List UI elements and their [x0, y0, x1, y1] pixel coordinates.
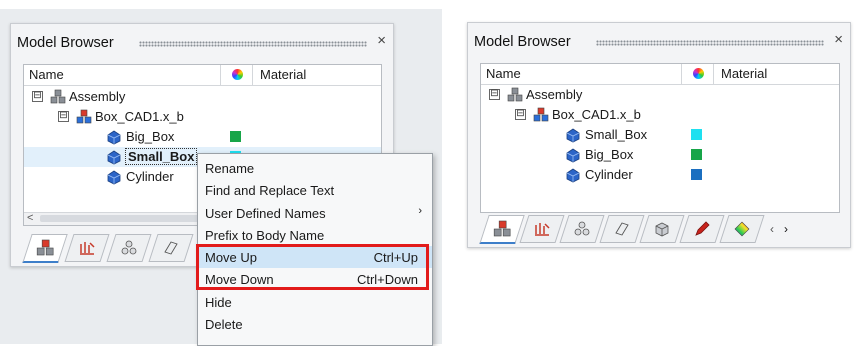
- collapse-icon[interactable]: ⊟: [489, 89, 500, 100]
- close-icon[interactable]: ×: [377, 32, 386, 49]
- part-icon: [107, 150, 121, 165]
- menu-item-label: Delete: [205, 317, 243, 332]
- material-color-swatch[interactable]: [230, 131, 241, 142]
- column-divider[interactable]: [681, 64, 682, 84]
- tree-item-label: Small_Box: [585, 127, 648, 142]
- menu-item-rename[interactable]: Rename: [198, 157, 432, 179]
- tab-contour[interactable]: [719, 215, 765, 243]
- tab-assembly[interactable]: [106, 234, 152, 262]
- tree-item-label: Cylinder: [585, 167, 633, 182]
- tree-item-part[interactable]: Cylinder: [481, 165, 839, 185]
- tree-item-label: Small_Box: [125, 148, 198, 165]
- tree-item-label: Assembly: [69, 89, 126, 104]
- model-browser-panel-right: Model Browser × Name Material ⊟ Assembly…: [467, 22, 851, 248]
- title-bar[interactable]: Model Browser ×: [468, 23, 850, 61]
- assembly-tab-icon: [574, 221, 590, 236]
- title-bar[interactable]: Model Browser ×: [11, 24, 393, 62]
- tab-model[interactable]: [479, 215, 525, 244]
- tree-item-part[interactable]: Big_Box: [24, 127, 381, 147]
- model-tab-icon: [493, 220, 511, 237]
- scroll-left-icon[interactable]: <: [27, 212, 33, 224]
- box-tab-icon: [655, 222, 669, 237]
- tab-box[interactable]: [639, 215, 685, 243]
- part-icon: [566, 168, 580, 183]
- menu-item-label: Rename: [205, 161, 255, 176]
- connector-tab-icon: [80, 242, 95, 255]
- material-color-swatch[interactable]: [691, 149, 702, 160]
- tree-item-label: Big_Box: [126, 129, 175, 144]
- tree-header: Name Material: [481, 64, 839, 85]
- drag-handle[interactable]: [139, 41, 367, 47]
- face-tab-icon: [615, 222, 629, 236]
- menu-item-hide[interactable]: Hide: [198, 291, 432, 313]
- assembly-icon: [50, 89, 66, 104]
- component-icon: [76, 109, 92, 124]
- part-icon: [566, 128, 580, 143]
- collapse-icon[interactable]: ⊟: [32, 91, 43, 102]
- tab-scroll-right-icon[interactable]: ›: [784, 222, 788, 236]
- menu-item-delete[interactable]: Delete: [198, 313, 432, 335]
- menu-item-label: Find and Replace Text: [205, 183, 335, 198]
- tab-model[interactable]: [22, 234, 68, 263]
- assembly-icon: [507, 87, 523, 102]
- column-divider[interactable]: [252, 65, 253, 85]
- tab-connectors[interactable]: [64, 234, 110, 262]
- menu-item-label: User Defined Names: [205, 206, 326, 221]
- tree-item-part[interactable]: Small_Box: [481, 125, 839, 145]
- contour-tab-icon: [734, 221, 750, 237]
- color-wheel-icon[interactable]: [232, 69, 243, 80]
- model-tab-icon: [36, 239, 54, 256]
- model-tree: Name Material ⊟ Assembly ⊟ Box_CAD1.x_b: [480, 63, 840, 213]
- tab-faces[interactable]: [599, 215, 645, 243]
- material-color-swatch[interactable]: [691, 169, 702, 180]
- menu-item-user-defined-names[interactable]: User Defined Names ›: [198, 202, 432, 224]
- part-icon: [107, 170, 121, 185]
- tree-item-assembly[interactable]: ⊟ Assembly: [481, 85, 839, 105]
- menu-item-prefix-to-body[interactable]: Prefix to Body Name: [198, 224, 432, 246]
- tree-item-assembly[interactable]: ⊟ Assembly: [24, 87, 381, 107]
- face-tab-icon: [164, 241, 178, 255]
- pen-tab-icon: [695, 221, 710, 236]
- tab-assembly[interactable]: [559, 215, 605, 243]
- tree-item-label: Assembly: [526, 87, 583, 102]
- menu-item-label: Prefix to Body Name: [205, 228, 325, 243]
- column-divider[interactable]: [220, 65, 221, 85]
- tree-header: Name Material: [24, 65, 381, 86]
- column-divider[interactable]: [713, 64, 714, 84]
- tree-item-label: Big_Box: [585, 147, 634, 162]
- tree-item-label: Box_CAD1.x_b: [95, 109, 184, 124]
- highlight-box: [196, 244, 429, 290]
- column-header-material[interactable]: Material: [260, 67, 306, 82]
- column-header-material[interactable]: Material: [721, 66, 767, 81]
- assembly-tab-icon: [121, 240, 137, 255]
- collapse-icon[interactable]: ⊟: [515, 109, 526, 120]
- column-header-name[interactable]: Name: [29, 67, 64, 82]
- menu-item-label: Hide: [205, 295, 232, 310]
- collapse-icon[interactable]: ⊟: [58, 111, 69, 122]
- tree-item-label: Cylinder: [126, 169, 174, 184]
- part-icon: [107, 130, 121, 145]
- panel-title: Model Browser: [17, 35, 114, 51]
- menu-item-find-replace[interactable]: Find and Replace Text: [198, 179, 432, 201]
- connector-tab-icon: [535, 223, 550, 236]
- tab-scroll-left-icon[interactable]: ‹: [770, 222, 774, 236]
- close-icon[interactable]: ×: [834, 31, 843, 48]
- part-icon: [566, 148, 580, 163]
- color-wheel-icon[interactable]: [693, 68, 704, 79]
- tab-pen[interactable]: [679, 215, 725, 243]
- component-icon: [533, 107, 549, 122]
- tree-item-label: Box_CAD1.x_b: [552, 107, 641, 122]
- tree-item-part[interactable]: Big_Box: [481, 145, 839, 165]
- tree-item-component[interactable]: ⊟ Box_CAD1.x_b: [481, 105, 839, 125]
- submenu-arrow-icon: ›: [418, 205, 422, 217]
- tab-connectors[interactable]: [519, 215, 565, 243]
- tab-faces[interactable]: [148, 234, 194, 262]
- tree-item-component[interactable]: ⊟ Box_CAD1.x_b: [24, 107, 381, 127]
- material-color-swatch[interactable]: [691, 129, 702, 140]
- column-header-name[interactable]: Name: [486, 66, 521, 81]
- panel-title: Model Browser: [474, 34, 571, 50]
- drag-handle[interactable]: [596, 40, 824, 46]
